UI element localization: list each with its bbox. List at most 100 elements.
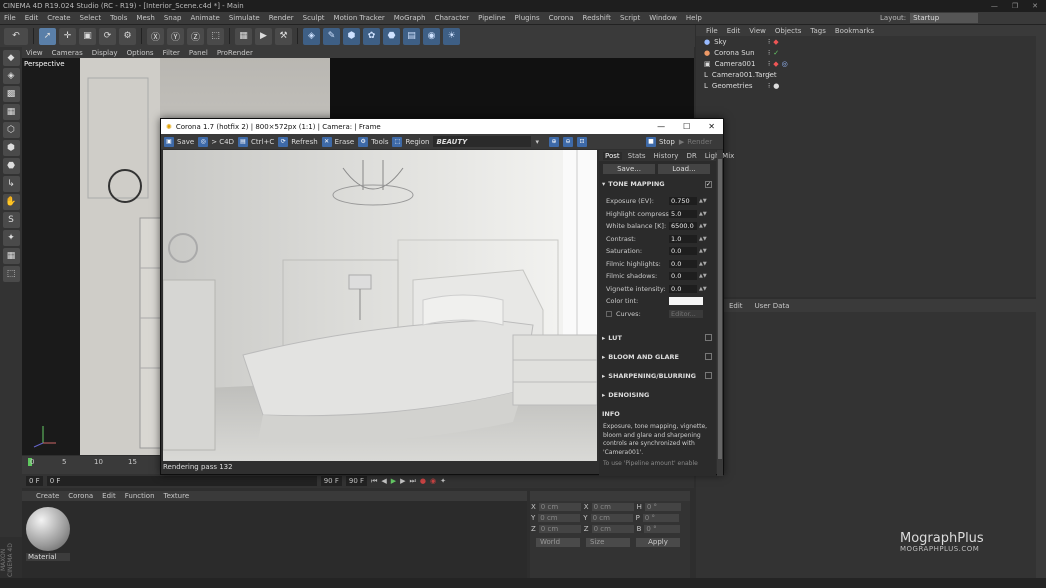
color-tint-swatch[interactable]	[669, 297, 703, 306]
size-x-field[interactable]: 0 cm	[591, 503, 634, 511]
lut-section[interactable]: ▸ LUT	[599, 328, 716, 347]
vfb-panel-scrollbar[interactable]	[717, 150, 723, 476]
vfb-tools-button[interactable]: ⚙ Tools	[358, 136, 388, 147]
curves-editor-button[interactable]: Editor...	[669, 309, 703, 318]
vfb-refresh-button[interactable]: ⟳ Refresh	[278, 136, 318, 147]
object-row[interactable]: ● Corona Sun ⁝ ✓	[696, 47, 1036, 58]
spinner-icon[interactable]: ▲▼	[699, 236, 707, 242]
move-tool-icon[interactable]: ✛	[59, 27, 76, 45]
menu-pipeline[interactable]: Pipeline	[478, 14, 505, 22]
menu-sculpt[interactable]: Sculpt	[303, 14, 325, 22]
render-pass-dropdown[interactable]: BEAUTY	[433, 136, 532, 147]
material-tag-icon[interactable]: ●	[773, 82, 779, 90]
corona-maximize-icon[interactable]: ☐	[683, 122, 690, 131]
post-load-button[interactable]: Load...	[658, 164, 710, 174]
polygons-mode-icon[interactable]: ⬣	[2, 158, 20, 174]
y-axis-icon[interactable]: Ⓨ	[167, 27, 184, 45]
visibility-toggle-icon[interactable]: ⁝	[768, 38, 770, 46]
undo-icon[interactable]: ↶	[4, 27, 28, 45]
floor-icon[interactable]: ▤	[403, 27, 420, 45]
target-tag-icon[interactable]: ◎	[782, 60, 788, 68]
menu-mograph[interactable]: MoGraph	[394, 14, 426, 22]
light-icon[interactable]: ☀	[443, 27, 460, 45]
vfb-copy-button[interactable]: ▤ Ctrl+C	[238, 136, 274, 147]
axis-mode-icon[interactable]: ↳	[2, 176, 20, 192]
menu-select[interactable]: Select	[80, 14, 102, 22]
coord-size-dropdown[interactable]: Size	[586, 537, 630, 547]
position-y-field[interactable]: 0 cm	[538, 514, 581, 522]
sharpening-checkbox[interactable]	[705, 372, 712, 379]
cloner-icon[interactable]: ✿	[363, 27, 380, 45]
menu-file[interactable]: File	[4, 14, 16, 22]
make-editable-icon[interactable]: ◆	[2, 50, 20, 66]
vfb-render-button[interactable]: ▶ Render	[679, 138, 712, 146]
tab-history[interactable]: History	[652, 152, 681, 160]
edges-mode-icon[interactable]: ⬢	[2, 140, 20, 156]
vignette-intensity-field[interactable]: 0.0	[669, 284, 697, 293]
corona-close-icon[interactable]: ✕	[708, 122, 715, 131]
viewport-menu-options[interactable]: Options	[127, 49, 154, 57]
layout-dropdown[interactable]: Startup	[910, 13, 979, 23]
start-frame-field[interactable]: 0 F	[26, 476, 43, 486]
go-to-end-icon[interactable]: ⏭	[410, 477, 416, 486]
spinner-icon[interactable]: ▲▼	[699, 248, 707, 254]
rotation-h-field[interactable]: 0 °	[644, 503, 681, 511]
obj-menu-view[interactable]: View	[749, 27, 766, 35]
saturation-field[interactable]: 0.0	[669, 247, 697, 256]
visibility-toggle-icon[interactable]: ⁝	[768, 82, 770, 90]
spinner-icon[interactable]: ▲▼	[699, 223, 707, 229]
autokey-icon[interactable]: ◉	[430, 477, 436, 485]
vfb-region-button[interactable]: ⬚ Region	[392, 136, 429, 147]
bloom-glare-section[interactable]: ▸ BLOOM AND GLARE	[599, 347, 716, 366]
camera-icon[interactable]: ◉	[423, 27, 440, 45]
rotate-tool-icon[interactable]: ⟳	[99, 27, 116, 45]
menu-window[interactable]: Window	[649, 14, 677, 22]
viewport-menu-prorender[interactable]: ProRender	[217, 49, 253, 57]
visibility-toggle-icon[interactable]: ⁝	[768, 49, 770, 57]
menu-tools[interactable]: Tools	[110, 14, 127, 22]
material-menu-corona[interactable]: Corona	[68, 492, 93, 500]
pen-icon[interactable]: ✎	[323, 27, 340, 45]
enabled-check-icon[interactable]: ✓	[773, 49, 779, 57]
viewport-menu-display[interactable]: Display	[92, 49, 118, 57]
frame-range-slider[interactable]: 0 F	[46, 476, 317, 486]
tab-post[interactable]: Post	[603, 151, 622, 160]
curves-checkbox[interactable]	[606, 310, 612, 317]
denoising-section[interactable]: ▸ DENOISING	[599, 385, 716, 404]
spinner-icon[interactable]: ▲▼	[699, 261, 707, 267]
viewport-menu-filter[interactable]: Filter	[163, 49, 180, 57]
vfb-stop-button[interactable]: ■ Stop	[645, 136, 675, 147]
menu-snap[interactable]: Snap	[164, 14, 182, 22]
obj-menu-objects[interactable]: Objects	[775, 27, 801, 35]
end-frame-field[interactable]: 90 F	[320, 476, 342, 486]
menu-redshift[interactable]: Redshift	[583, 14, 611, 22]
scale-tool-icon[interactable]: ▣	[79, 27, 96, 45]
object-row[interactable]: L Geometries ⁝ ●	[696, 80, 1036, 91]
visibility-toggle-icon[interactable]: ⁝	[768, 71, 770, 79]
next-frame-icon[interactable]: ▶	[400, 477, 405, 485]
subdivision-icon[interactable]: ⬢	[343, 27, 360, 45]
tweak-mode-icon[interactable]: ✋	[2, 194, 20, 210]
render-picture-viewer-icon[interactable]: ▶	[255, 27, 272, 45]
material-menu-function[interactable]: Function	[125, 492, 155, 500]
visibility-toggle-icon[interactable]: ⁝	[768, 60, 770, 68]
menu-help[interactable]: Help	[686, 14, 702, 22]
menu-mesh[interactable]: Mesh	[136, 14, 154, 22]
minimize-icon[interactable]: —	[991, 2, 998, 10]
texture-mode-icon[interactable]: ▩	[2, 86, 20, 102]
rotation-b-field[interactable]: 0 °	[644, 525, 681, 533]
viewport-menu-cameras[interactable]: Cameras	[52, 49, 83, 57]
menu-render[interactable]: Render	[269, 14, 294, 22]
attr-menu-user-data[interactable]: User Data	[755, 302, 790, 310]
vfb-save-button[interactable]: ▣ Save	[164, 136, 194, 147]
menu-animate[interactable]: Animate	[190, 14, 219, 22]
viewport-menu-view[interactable]: View	[26, 49, 43, 57]
zoom-out-icon[interactable]: ⊖	[562, 136, 573, 147]
right-tab-strip[interactable]	[1036, 25, 1046, 578]
post-save-button[interactable]: Save...	[603, 164, 655, 174]
menu-edit[interactable]: Edit	[25, 14, 39, 22]
size-y-field[interactable]: 0 cm	[590, 514, 633, 522]
position-z-field[interactable]: 0 cm	[538, 525, 581, 533]
material-menu-texture[interactable]: Texture	[164, 492, 190, 500]
filmic-highlights-field[interactable]: 0.0	[669, 259, 697, 268]
